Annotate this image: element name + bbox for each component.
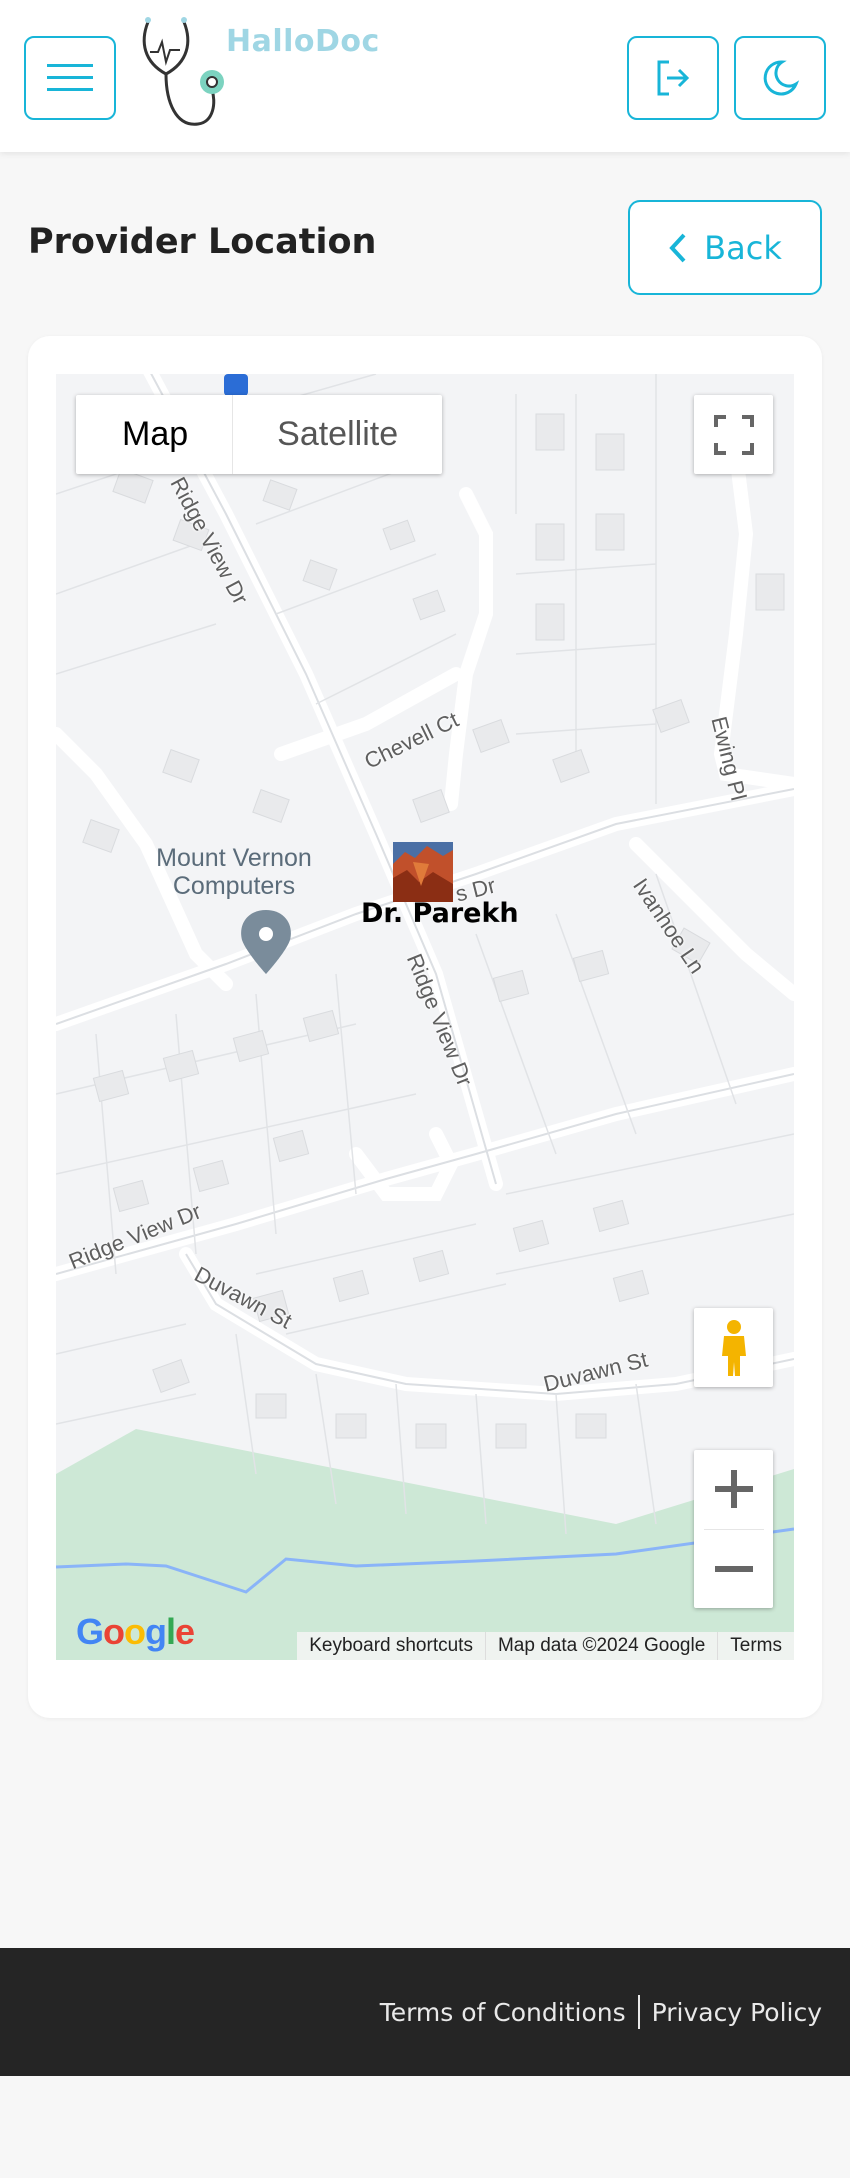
zoom-in-button[interactable] bbox=[694, 1450, 773, 1529]
stethoscope-icon bbox=[142, 17, 224, 126]
street-view-pegman[interactable] bbox=[694, 1308, 773, 1387]
fullscreen-button[interactable] bbox=[694, 395, 773, 474]
terms-link[interactable]: Terms bbox=[717, 1632, 794, 1660]
moon-icon bbox=[763, 60, 800, 96]
map-attribution: Keyboard shortcuts Map data ©2024 Google… bbox=[297, 1632, 794, 1660]
provider-marker[interactable] bbox=[393, 842, 453, 902]
menu-button[interactable] bbox=[24, 36, 116, 120]
logout-button[interactable] bbox=[627, 36, 719, 120]
google-logo[interactable]: Google bbox=[76, 1611, 195, 1653]
plus-icon bbox=[714, 1470, 753, 1509]
chevron-left-icon bbox=[669, 233, 686, 262]
minus-icon bbox=[714, 1565, 753, 1572]
terms-of-conditions-link[interactable]: Terms of Conditions bbox=[380, 1998, 626, 2027]
pegman-icon bbox=[721, 1319, 746, 1376]
keyboard-shortcuts-link[interactable]: Keyboard shortcuts bbox=[297, 1632, 485, 1660]
theme-toggle-button[interactable] bbox=[734, 36, 826, 120]
brand-name: HalloDoc bbox=[226, 24, 380, 59]
hamburger-icon bbox=[47, 64, 93, 91]
map-data-credit: Map data ©2024 Google bbox=[484, 1632, 717, 1660]
footer-divider bbox=[637, 1995, 640, 2029]
page-title: Provider Location bbox=[28, 222, 377, 262]
poi-label[interactable]: Mount Vernon Computers bbox=[134, 844, 334, 900]
brand-logo[interactable]: HalloDoc bbox=[136, 12, 379, 132]
logout-icon bbox=[657, 60, 690, 96]
map-type-satellite[interactable]: Satellite bbox=[233, 395, 442, 474]
zoom-out-button[interactable] bbox=[694, 1530, 773, 1609]
map-type-control: Map Satellite bbox=[76, 395, 443, 474]
zoom-control bbox=[694, 1450, 773, 1608]
fullscreen-icon bbox=[713, 414, 754, 455]
back-button-label: Back bbox=[704, 228, 782, 267]
map-type-map[interactable]: Map bbox=[76, 395, 234, 474]
top-navbar: HalloDoc bbox=[0, 0, 850, 152]
provider-marker-label: Dr. Parekh bbox=[361, 898, 519, 929]
back-button[interactable]: Back bbox=[628, 200, 822, 295]
footer: Terms of Conditions Privacy Policy bbox=[0, 1948, 850, 2076]
provider-map[interactable]: Chevell Ct Ewing Pl Ivanhoe Ln Ridge Vie… bbox=[56, 374, 794, 1660]
privacy-policy-link[interactable]: Privacy Policy bbox=[652, 1998, 822, 2027]
footer-links: Terms of Conditions Privacy Policy bbox=[380, 1948, 822, 2076]
